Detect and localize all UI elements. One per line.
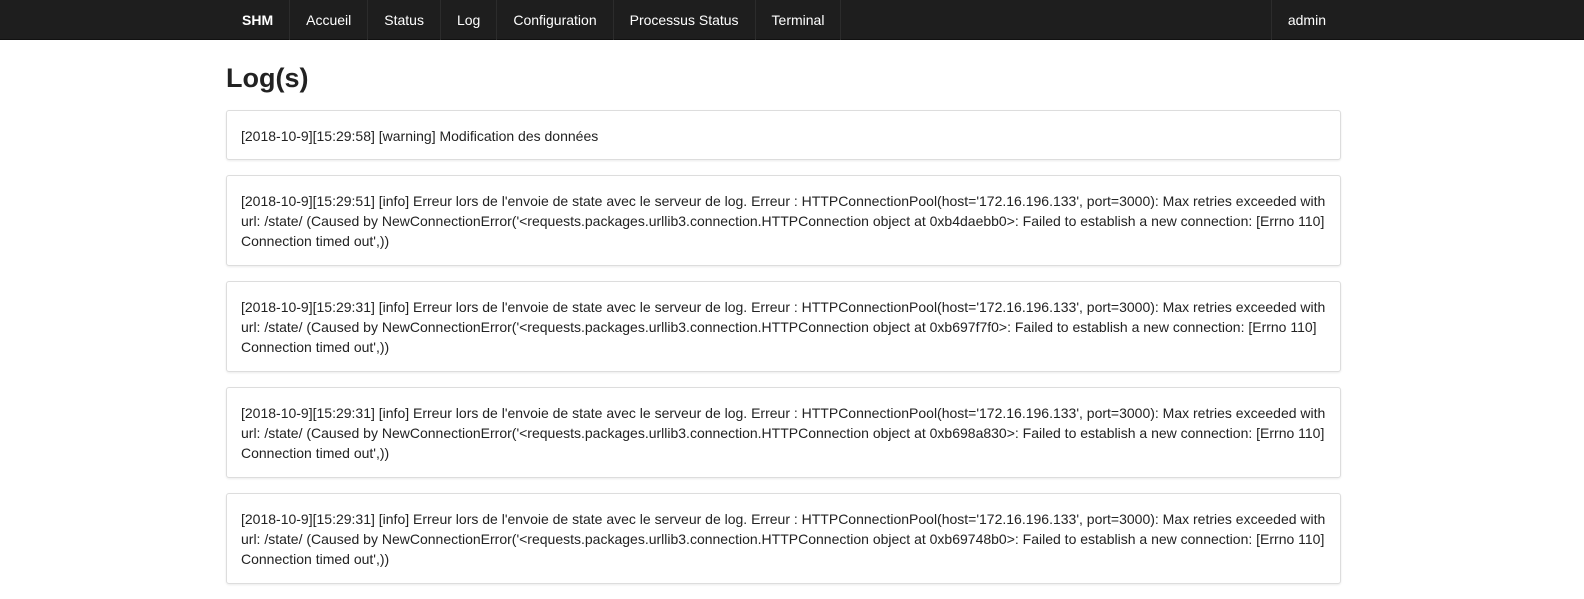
navbar-brand[interactable]: SHM (226, 0, 291, 40)
page-title: Log(s) (226, 63, 309, 93)
main-content: Log(s) [2018-10-9][15:29:58] [warning] M… (226, 40, 1341, 599)
nav-item-terminal[interactable]: Terminal (756, 0, 842, 40)
navbar-left: SHM Accueil Status Log Configuration Pro… (226, 0, 842, 40)
navbar-inner: SHM Accueil Status Log Configuration Pro… (226, 0, 1358, 40)
nav-user-menu[interactable]: admin (1270, 0, 1358, 40)
log-entry: [2018-10-9][15:29:31] [info] Erreur lors… (226, 493, 1341, 584)
log-entry: [2018-10-9][15:29:31] [info] Erreur lors… (226, 281, 1341, 372)
log-list: [2018-10-9][15:29:58] [warning] Modifica… (226, 110, 1341, 584)
log-entry: [2018-10-9][15:29:31] [info] Erreur lors… (226, 387, 1341, 478)
nav-item-configuration[interactable]: Configuration (497, 0, 614, 40)
top-navbar: SHM Accueil Status Log Configuration Pro… (0, 0, 1584, 40)
navbar-right: admin (1270, 0, 1358, 40)
nav-item-status[interactable]: Status (368, 0, 441, 40)
nav-item-accueil[interactable]: Accueil (290, 0, 369, 40)
log-entry: [2018-10-9][15:29:58] [warning] Modifica… (226, 110, 1341, 160)
nav-item-processus-status[interactable]: Processus Status (614, 0, 756, 40)
nav-item-log[interactable]: Log (441, 0, 498, 40)
log-entry: [2018-10-9][15:29:51] [info] Erreur lors… (226, 175, 1341, 266)
